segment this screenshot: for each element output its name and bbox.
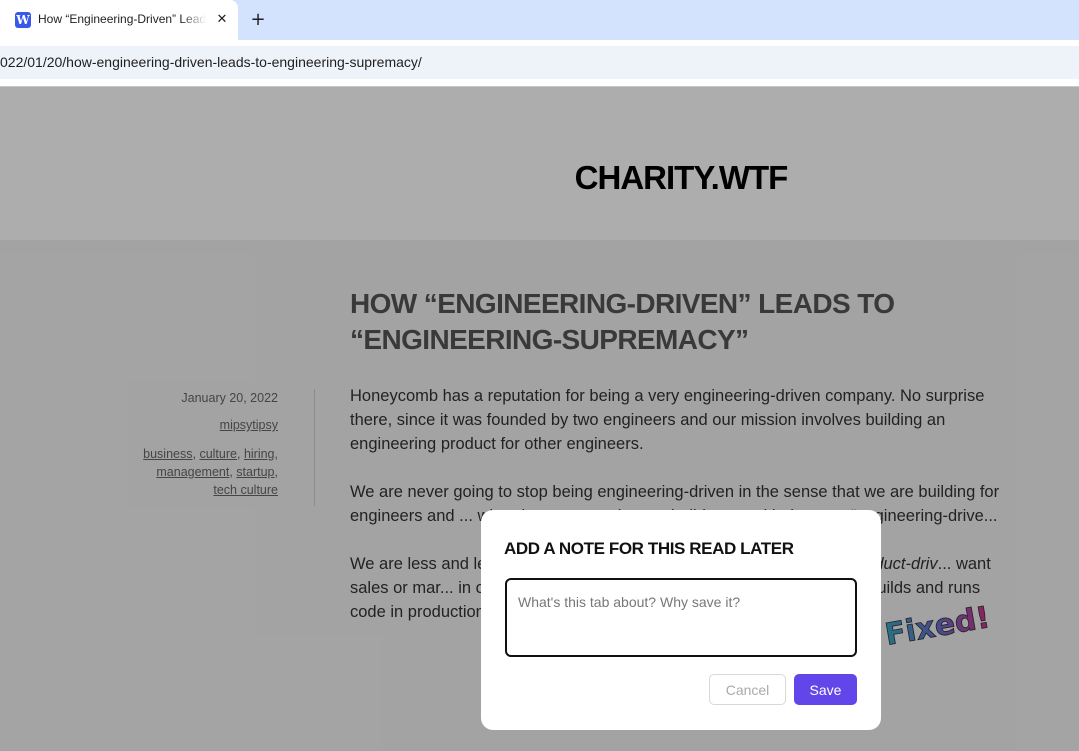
wordpress-icon: W (15, 12, 31, 28)
browser-tabstrip: W How “Engineering-Driven” Leads to “Eng… (0, 0, 1079, 40)
read-later-modal: ADD A NOTE FOR THIS READ LATER Cancel Sa… (481, 510, 881, 730)
browser-toolbar: 022/01/20/how-engineering-driven-leads-t… (0, 40, 1079, 87)
cancel-button[interactable]: Cancel (709, 674, 786, 705)
close-icon[interactable]: ✕ (214, 11, 230, 27)
modal-title: ADD A NOTE FOR THIS READ LATER (504, 539, 794, 558)
new-tab-button[interactable]: + (248, 9, 268, 30)
note-input[interactable] (505, 578, 857, 657)
browser-tab[interactable]: W How “Engineering-Driven” Leads to “Eng… (0, 0, 238, 40)
tab-title: How “Engineering-Driven” Leads to “Engin… (38, 12, 206, 26)
url-text[interactable]: 022/01/20/how-engineering-driven-leads-t… (0, 54, 422, 70)
save-button[interactable]: Save (794, 674, 857, 705)
address-bar[interactable]: 022/01/20/how-engineering-driven-leads-t… (0, 46, 1079, 79)
